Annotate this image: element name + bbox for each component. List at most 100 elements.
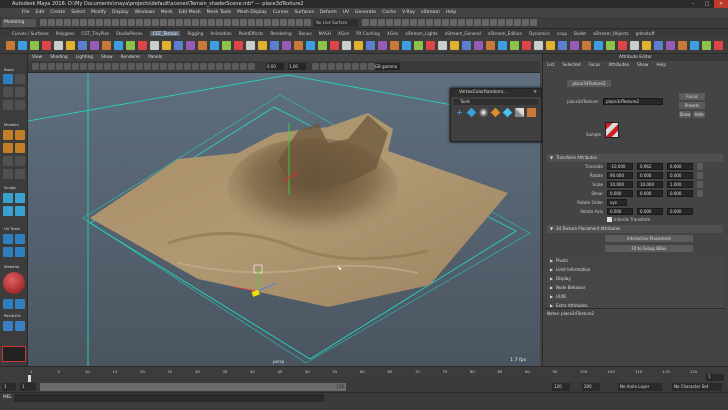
status-tool-icon[interactable]	[184, 19, 191, 26]
shelf-tool-icon[interactable]	[282, 41, 291, 50]
bevel-icon[interactable]	[15, 156, 25, 166]
status-tool-icon[interactable]	[272, 19, 279, 26]
shelf-tool-icon[interactable]	[114, 41, 123, 50]
node-tab[interactable]: place3dTexture2	[567, 80, 611, 87]
presets-button[interactable]: Presets	[679, 102, 705, 109]
shelf-tool-icon[interactable]	[594, 41, 603, 50]
viewport-menu-view[interactable]: View	[32, 55, 42, 60]
shelf-tool-icon[interactable]	[570, 41, 579, 50]
menu-mesh-tools[interactable]: Mesh Tools	[207, 10, 231, 15]
shelf-tab-xstream-general[interactable]: xStream_General	[445, 31, 481, 36]
command-input[interactable]	[14, 394, 324, 402]
viewport-tool-icon[interactable]	[168, 63, 175, 70]
shelf-tab-bonus[interactable]: Bonus	[299, 31, 312, 36]
ae-menu-selected[interactable]: Selected	[562, 61, 580, 69]
uv-cut-icon[interactable]	[15, 247, 25, 257]
shelf-tool-icon[interactable]	[102, 41, 111, 50]
shelf-tool-icon[interactable]	[330, 41, 339, 50]
scale-y-field[interactable]: 10.000	[637, 181, 663, 188]
viewport-tool-icon[interactable]	[176, 63, 183, 70]
hide-button[interactable]: Hide	[693, 111, 705, 118]
rotate-x-field[interactable]: 90.000	[607, 172, 633, 179]
notes-area[interactable]: Notes: place3dTexture2	[545, 308, 725, 356]
show-button[interactable]: Show	[679, 111, 691, 118]
shelf-tab-rigging[interactable]: Rigging	[187, 31, 203, 36]
render-tool-icon[interactable]	[458, 19, 465, 26]
diamond-orange-icon[interactable]	[490, 107, 501, 118]
rotate-order-dropdown[interactable]: xyz	[607, 199, 627, 206]
shelf-tool-icon[interactable]	[366, 41, 375, 50]
uuid-section[interactable]: ▶ UUID	[547, 293, 723, 301]
status-tool-icon[interactable]	[96, 19, 103, 26]
shelf-tab-dynamics[interactable]: Dynamics	[529, 31, 550, 36]
shelf-tool-icon[interactable]	[498, 41, 507, 50]
render-tool-icon[interactable]	[418, 19, 425, 26]
maximize-button[interactable]: □	[700, 0, 714, 8]
viewport-tool-icon[interactable]	[368, 63, 375, 70]
status-tool-icon[interactable]	[112, 19, 119, 26]
menu-curves[interactable]: Curves	[273, 10, 289, 15]
placement-attributes-section[interactable]: ▼ 3d Texture Placement Attributes	[547, 225, 723, 233]
ae-menu-attributes[interactable]: Attributes	[608, 61, 629, 69]
rotate-z-field[interactable]: 0.000	[667, 172, 693, 179]
move-tool-icon[interactable]	[3, 87, 13, 97]
shelf-tool-icon[interactable]	[546, 41, 555, 50]
shelf-tab-xstream-edition[interactable]: xStream_Edition	[488, 31, 522, 36]
shelf-tool-icon[interactable]	[42, 41, 51, 50]
status-tool-icon[interactable]	[128, 19, 135, 26]
status-tool-icon[interactable]	[248, 19, 255, 26]
render-tool-icon[interactable]	[442, 19, 449, 26]
render-tool-icon[interactable]	[482, 19, 489, 26]
sparkle-icon[interactable]	[479, 108, 488, 117]
viewport-tool-icon[interactable]	[152, 63, 159, 70]
status-tool-icon[interactable]	[120, 19, 127, 26]
shelf-tool-icon[interactable]	[54, 41, 63, 50]
translate-key-icon[interactable]	[697, 163, 703, 170]
shelf-tab-xgen[interactable]: XGen	[387, 31, 398, 36]
add-icon[interactable]: +	[455, 108, 464, 117]
grab-brush-icon[interactable]	[15, 206, 25, 216]
status-tool-icon[interactable]	[208, 19, 215, 26]
menu-file[interactable]: File	[22, 10, 30, 15]
viewport-tool-icon[interactable]	[120, 63, 127, 70]
menu-mesh[interactable]: Mesh	[161, 10, 173, 15]
fit-to-group-bbox-button[interactable]: Fit to Group BBox	[605, 245, 693, 252]
viewport-menu-lighting[interactable]: Lighting	[76, 55, 93, 60]
shelf-tool-icon[interactable]	[174, 41, 183, 50]
status-tool-icon[interactable]	[288, 19, 295, 26]
viewport-tool-icon[interactable]	[80, 63, 87, 70]
shelf-tab-polygons[interactable]: Polygons	[56, 31, 75, 36]
diamond-blue-icon[interactable]	[466, 107, 477, 118]
viewport-tool-icon[interactable]	[112, 63, 119, 70]
viewport-tool-icon[interactable]	[136, 63, 143, 70]
shelf-tool-icon[interactable]	[642, 41, 651, 50]
shelf-tab-px-caching[interactable]: PX Caching	[356, 31, 380, 36]
diamond-cyan-icon[interactable]	[502, 107, 513, 118]
shear-x-field[interactable]: 0.000	[607, 190, 633, 197]
minimize-button[interactable]: –	[686, 0, 700, 8]
viewport-tool-icon[interactable]	[56, 63, 63, 70]
sculpt-brush-icon[interactable]	[3, 193, 13, 203]
shelf-tab-xstream-lights[interactable]: xStream_Lights	[405, 31, 437, 36]
status-tool-icon[interactable]	[48, 19, 55, 26]
menu-uv[interactable]: UV	[343, 10, 349, 15]
shelf-tool-icon[interactable]	[630, 41, 639, 50]
viewport-tool-icon[interactable]	[208, 63, 215, 70]
limit-information-section[interactable]: ▶ Limit Information	[547, 266, 723, 274]
node-behavior-section[interactable]: ▶ Node Behavior	[547, 284, 723, 292]
render-tool-icon[interactable]	[506, 19, 513, 26]
viewport-tool-icon[interactable]	[32, 63, 39, 70]
pivots-section[interactable]: ▶ Pivots	[547, 257, 723, 265]
render-tool-icon[interactable]	[362, 19, 369, 26]
shelf-tool-icon[interactable]	[294, 41, 303, 50]
status-tool-icon[interactable]	[192, 19, 199, 26]
viewport-tool-icon[interactable]	[72, 63, 79, 70]
shelf-tool-icon[interactable]	[486, 41, 495, 50]
shelf-tool-icon[interactable]	[150, 41, 159, 50]
render-tool-icon[interactable]	[378, 19, 385, 26]
merge-icon[interactable]	[15, 169, 25, 179]
shelf-tab-xstream-objects[interactable]: xStream_Objects	[593, 31, 629, 36]
viewport-tool-icon[interactable]	[184, 63, 191, 70]
shelf-tool-icon[interactable]	[66, 41, 75, 50]
viewport-tool-icon[interactable]	[240, 63, 247, 70]
